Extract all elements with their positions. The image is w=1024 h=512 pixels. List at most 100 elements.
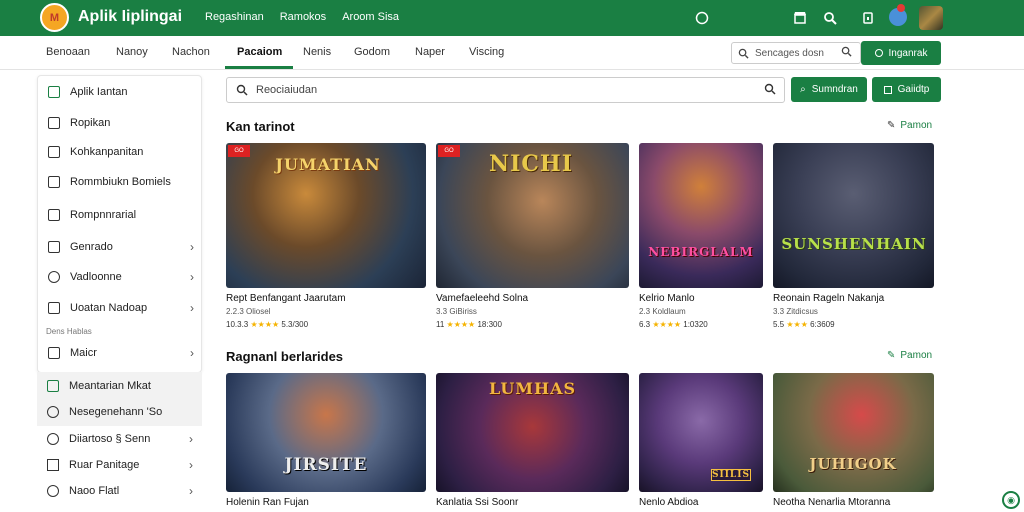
main-search-input[interactable]: Reociaiudan	[226, 77, 785, 103]
phone-icon	[48, 209, 60, 221]
settings-icon	[47, 380, 59, 392]
sidebar-item-label: Naoo Flatl	[69, 485, 120, 497]
tab-8[interactable]: Viscing	[469, 46, 504, 58]
game-meta: 3.3 Zitdicsus	[773, 307, 818, 316]
top-search-input[interactable]: Sencages dosn	[731, 42, 861, 64]
tab-5[interactable]: Nenis	[303, 46, 331, 58]
sidebar-extra-1[interactable]: Meantarian Mkat	[37, 372, 202, 400]
app-logo[interactable]: M	[40, 3, 69, 32]
action-button-label: Gaiidtp	[897, 84, 930, 95]
game-art: JIRSITE	[226, 373, 426, 492]
tab-1[interactable]: Benoaan	[46, 46, 90, 58]
game-title: Nenlo Abdioa	[639, 497, 699, 508]
sidebar-item-2[interactable]: Ropikan	[48, 117, 194, 129]
game-title: Vamefaeleehd Solna	[436, 293, 529, 304]
chevron-right-icon: ›	[189, 432, 193, 446]
tab-active[interactable]: Pacaiom	[237, 46, 282, 58]
search-icon[interactable]	[841, 46, 852, 57]
game-art-title: NEBIRGLALM	[648, 245, 754, 259]
app-brand[interactable]: Aplik Iiplingai	[78, 8, 182, 26]
game-art: NEBIRGLALM	[639, 143, 763, 288]
sidebar-item-6[interactable]: Genrado ›	[48, 240, 194, 254]
menu-icon	[48, 347, 60, 359]
section-title: Kan tarinot	[226, 119, 295, 134]
game-title: Reonain Rageln Nakanja	[773, 293, 885, 304]
sidebar-bottom-2[interactable]: Ruar Panitage ›	[47, 458, 193, 472]
action-button-2[interactable]: Gaiidtp	[872, 77, 941, 102]
store-icon[interactable]	[792, 10, 808, 26]
top-links: Regashinan Ramokos Aroom Sisa	[205, 11, 399, 23]
search-icon	[738, 48, 749, 59]
sidebar-extra-2[interactable]: Nesegenehann 'So	[37, 398, 202, 426]
action-button-label: Sumndran	[811, 84, 858, 95]
chevron-right-icon: ›	[190, 270, 194, 284]
game-meta: 2.2.3 Oliosel	[226, 307, 271, 316]
see-more-link[interactable]: ✎ Pamon	[887, 350, 932, 361]
game-art-title: JIRSITE	[284, 455, 368, 475]
sidebar-bottom-3[interactable]: Naoo Flatl ›	[47, 484, 193, 498]
sidebar-section-heading: Dens Hablas	[46, 327, 92, 336]
app-icon	[48, 86, 60, 98]
chevron-right-icon: ›	[189, 458, 193, 472]
sidebar-item-label: Maicr	[70, 347, 97, 359]
tag-icon	[48, 271, 60, 283]
search-icon[interactable]	[764, 83, 776, 95]
game-card[interactable]: SIILIS Nenlo Abdioa	[639, 373, 763, 512]
chat-icon[interactable]: ◉	[1002, 491, 1020, 509]
action-button-1[interactable]: ⌕ Sumndran	[791, 77, 867, 102]
avatar[interactable]	[919, 6, 943, 30]
game-title: Holenin Ran Fujan	[226, 497, 309, 508]
sidebar-item-7[interactable]: Vadloonne ›	[48, 270, 194, 284]
tab-7[interactable]: Naper	[415, 46, 445, 58]
sidebar-item-5[interactable]: Rompnnrarial	[48, 209, 194, 221]
sidebar-item-label: Kohkanpanitan	[70, 146, 144, 158]
sidebar-item-4[interactable]: Rommbiukn Bomiels	[48, 176, 194, 188]
globe-icon[interactable]	[694, 10, 710, 26]
top-action-label: Inganrak	[888, 47, 928, 59]
search-icon	[236, 84, 248, 96]
game-card[interactable]: SUNSHENHAIN Reonain Rageln Nakanja 3.3 Z…	[773, 143, 934, 333]
top-search-placeholder: Sencages dosn	[755, 47, 824, 59]
sidebar-item-9[interactable]: Maicr ›	[48, 346, 194, 360]
search-icon: ⌕	[800, 84, 806, 95]
sidebar-item-1[interactable]: Aplik Iantan	[48, 86, 194, 98]
game-card[interactable]: JIRSITE Holenin Ran Fujan	[226, 373, 426, 512]
game-card[interactable]: LUMHAS Kanlatia Ssi Soonr	[436, 373, 629, 512]
top-link-1[interactable]: Regashinan	[205, 11, 264, 23]
badge-tag: GO	[438, 145, 460, 157]
sidebar-item-3[interactable]: Kohkanpanitan	[48, 146, 194, 158]
game-title: Kanlatia Ssi Soonr	[436, 497, 519, 508]
search-icon[interactable]	[822, 10, 838, 26]
sidebar-bottom-1[interactable]: Diiartoso § Senn ›	[47, 432, 193, 446]
square-icon	[883, 85, 892, 94]
sidebar-item-label: Diiartoso § Senn	[69, 433, 151, 445]
game-meta: 3.3 GiBiriss	[436, 307, 477, 316]
see-more-link[interactable]: ✎ Pamon	[887, 120, 932, 131]
sidebar-item-label: Rommbiukn Bomiels	[70, 176, 171, 188]
game-card[interactable]: NEBIRGLALM Kelrio Manlo 2.3 Koldlaum 6.3…	[639, 143, 763, 333]
game-art: SUNSHENHAIN	[773, 143, 934, 288]
sidebar-item-label: Ropikan	[70, 117, 111, 129]
tab-6[interactable]: Godom	[354, 46, 390, 58]
game-title: Neotha Nenarlia Mtoranna	[773, 497, 891, 508]
game-art-title: LUMHAS	[488, 379, 577, 398]
game-card[interactable]: GO NICHI Vamefaeleehd Solna 3.3 GiBiriss…	[436, 143, 629, 333]
category-icon	[48, 241, 60, 253]
tab-2[interactable]: Nanoy	[116, 46, 148, 58]
top-link-2[interactable]: Ramokos	[280, 11, 326, 23]
tab-3[interactable]: Nachon	[172, 46, 210, 58]
sidebar-item-8[interactable]: Uoatan Nadoap ›	[48, 301, 194, 315]
badge-tag: GO	[228, 145, 250, 157]
sidebar-item-label: Uoatan Nadoap	[70, 302, 148, 314]
star-rating: ★★★	[786, 320, 808, 329]
top-action-button[interactable]: Inganrak	[861, 41, 941, 65]
top-link-3[interactable]: Aroom Sisa	[342, 11, 399, 23]
bell-icon[interactable]	[860, 10, 876, 26]
game-card[interactable]: GO JUMATIAN Rept Benfangant Jaarutam 2.2…	[226, 143, 426, 333]
sidebar-item-label: Meantarian Mkat	[69, 380, 151, 392]
game-art-title: NICHI	[489, 151, 573, 177]
folder-icon	[48, 302, 60, 314]
game-art-title: JUMATIAN	[275, 155, 381, 174]
game-card[interactable]: JUHIGOK Neotha Nenarlia Mtoranna	[773, 373, 934, 512]
chevron-right-icon: ›	[189, 484, 193, 498]
